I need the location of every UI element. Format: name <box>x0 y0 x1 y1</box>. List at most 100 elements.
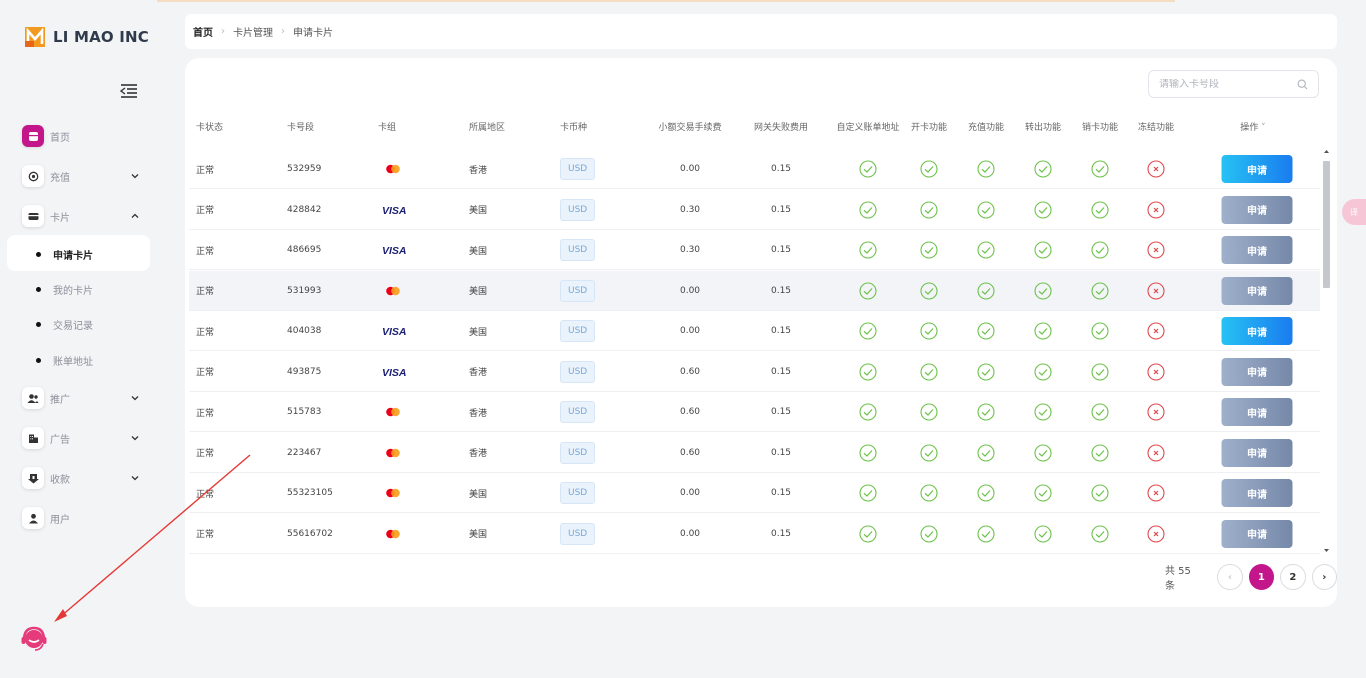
small-transaction-fee: 0.00 <box>679 326 701 336</box>
apply-button[interactable]: 申请 <box>1221 357 1293 386</box>
breadcrumb-card-management[interactable]: 卡片管理 <box>233 24 273 39</box>
prev-page-button[interactable]: ‹ <box>1217 564 1243 590</box>
apply-button[interactable]: 申请 <box>1221 317 1293 345</box>
table-row[interactable]: 正常 531993 美国 USD 0.00 0.15 申请 <box>189 270 1320 311</box>
currency-badge: USD <box>560 401 596 423</box>
sidebar-item-label: 充值 <box>50 172 70 184</box>
column-header: 所属地区 <box>469 123 506 133</box>
svg-text:VISA: VISA <box>382 245 407 255</box>
check-icon <box>859 241 877 259</box>
table-row[interactable]: 正常 223467 香港 USD 0.60 0.15 申请 <box>189 433 1320 473</box>
home-icon <box>22 125 44 147</box>
currency-badge: USD <box>560 522 596 545</box>
apply-button[interactable]: 申请 <box>1221 276 1293 305</box>
sidebar-subitem-my-cards[interactable]: 我的卡片 <box>36 281 93 297</box>
gateway-failure-fee: 0.15 <box>770 528 792 539</box>
card-number-segment: 486695 <box>287 245 322 255</box>
apply-button[interactable]: 申请 <box>1221 398 1293 426</box>
download-icon <box>22 467 44 489</box>
check-icon <box>859 362 877 381</box>
currency-badge: USD <box>560 198 596 221</box>
check-icon <box>977 160 995 178</box>
sidebar-subitem-billing-address[interactable]: 账单地址 <box>36 352 93 368</box>
column-header-actions[interactable]: 操作 ˅ <box>1240 120 1265 133</box>
table-row[interactable]: 正常 532959 香港 USD 0.00 0.15 申请 <box>189 149 1320 189</box>
check-icon <box>859 443 877 462</box>
apply-button[interactable]: 申请 <box>1221 195 1293 224</box>
breadcrumb-separator-icon: › <box>221 26 225 37</box>
check-icon <box>1034 403 1052 421</box>
sidebar-item-recharge[interactable]: 充值 <box>22 164 140 188</box>
table-row[interactable]: 正常 404038 VISA 美国 USD 0.00 0.15 申请 <box>189 311 1320 351</box>
sidebar-item-home[interactable]: 首页 <box>22 124 140 148</box>
search-icon[interactable] <box>1297 79 1308 90</box>
column-header: 卡组 <box>378 123 397 133</box>
table-row[interactable]: 正常 55616702 美国 USD 0.00 0.15 申请 <box>189 514 1320 554</box>
users-icon <box>22 387 44 409</box>
svg-text:VISA: VISA <box>382 326 407 336</box>
check-icon <box>977 322 995 340</box>
cross-icon <box>1147 241 1165 259</box>
card-status: 正常 <box>196 489 215 500</box>
small-transaction-fee: 0.00 <box>679 164 701 174</box>
check-icon <box>920 403 938 421</box>
check-icon <box>920 484 938 502</box>
check-icon <box>977 403 995 421</box>
check-icon <box>920 362 938 381</box>
table-row[interactable]: 正常 428842 VISA 美国 USD 0.30 0.15 申请 <box>189 190 1320 230</box>
scroll-up-arrow-icon[interactable] <box>1323 148 1330 155</box>
table-row[interactable]: 正常 55323105 美国 USD 0.00 0.15 申请 <box>189 473 1320 513</box>
small-transaction-fee: 0.60 <box>679 407 701 417</box>
sidebar-item-receive[interactable]: 收款 <box>22 466 140 490</box>
sidebar-item-user[interactable]: 用户 <box>22 506 140 530</box>
scroll-down-arrow-icon[interactable] <box>1323 547 1330 554</box>
sidebar-subitem-transactions[interactable]: 交易记录 <box>36 316 93 332</box>
mastercard-icon <box>386 448 400 457</box>
table-row[interactable]: 正常 493875 VISA 香港 USD 0.60 0.15 申请 <box>189 352 1320 392</box>
apply-button[interactable]: 申请 <box>1221 479 1293 507</box>
currency-badge: USD <box>560 279 596 302</box>
table-row[interactable]: 正常 515783 香港 USD 0.60 0.15 申请 <box>189 392 1320 432</box>
sidebar-item-promotion[interactable]: 推广 <box>22 386 140 410</box>
apply-button[interactable]: 申请 <box>1221 519 1293 548</box>
small-transaction-fee: 0.30 <box>679 245 701 255</box>
visa-icon: VISA <box>382 367 407 377</box>
breadcrumb-home[interactable]: 首页 <box>193 24 213 39</box>
column-header: 充值功能 <box>967 123 1005 133</box>
page-button-1[interactable]: 1 <box>1248 564 1275 590</box>
logo[interactable]: LI MAO INC <box>25 27 149 47</box>
card-region: 香港 <box>469 408 488 419</box>
card-number-search-input[interactable] <box>1159 78 1289 90</box>
scrollbar-thumb[interactable] <box>1323 161 1330 288</box>
check-icon <box>920 322 938 340</box>
sidebar: LI MAO INC 首页 充值 卡片 申请卡片 我的卡片 交易记录 账单地址 … <box>0 0 157 678</box>
apply-button[interactable]: 申请 <box>1221 155 1293 183</box>
sidebar-subitem-apply-card[interactable]: 申请卡片 <box>36 246 93 262</box>
translate-tab[interactable]: 译 <box>1342 199 1366 225</box>
page-button-2[interactable]: 2 <box>1280 564 1306 590</box>
sidebar-item-ads[interactable]: 广告 <box>22 426 140 450</box>
table-row[interactable]: 正常 486695 VISA 美国 USD 0.30 0.15 申请 <box>189 230 1320 270</box>
check-icon <box>859 322 877 340</box>
check-icon <box>920 524 938 543</box>
cross-icon <box>1147 484 1165 502</box>
apply-button[interactable]: 申请 <box>1221 438 1293 467</box>
next-page-button[interactable]: › <box>1311 564 1338 590</box>
check-icon <box>977 484 995 502</box>
breadcrumb-apply-card: 申请卡片 <box>293 28 333 39</box>
check-icon <box>920 281 938 300</box>
mastercard-icon <box>386 164 400 174</box>
brand-name: LI MAO INC <box>53 28 150 46</box>
card-region: 美国 <box>469 246 488 257</box>
card-number-segment: 404038 <box>287 326 322 336</box>
customer-service-icon[interactable] <box>19 624 49 654</box>
collapse-menu-icon[interactable] <box>120 83 138 99</box>
total-count: 共 55 条 <box>1165 566 1191 592</box>
sidebar-item-card[interactable]: 卡片 <box>22 204 140 228</box>
cross-icon <box>1147 281 1165 300</box>
apply-button[interactable]: 申请 <box>1221 236 1293 264</box>
currency-badge: USD <box>560 320 596 342</box>
card-status: 正常 <box>196 327 215 338</box>
card-region: 香港 <box>469 449 488 459</box>
scrollbar[interactable] <box>1322 148 1331 554</box>
